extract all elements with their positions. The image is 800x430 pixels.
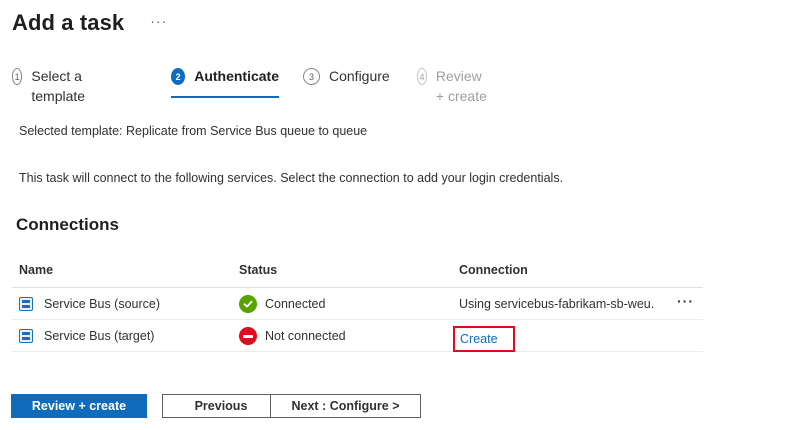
step-label: Configure <box>329 68 390 84</box>
column-header-name: Name <box>19 263 54 277</box>
service-name: Service Bus (source) <box>44 297 161 311</box>
instructions-text: This task will connect to the following … <box>19 171 564 185</box>
connections-heading: Connections <box>16 215 119 234</box>
step-authenticate[interactable]: 2 Authenticate <box>171 66 279 98</box>
review-create-button[interactable]: Review + create <box>11 394 147 418</box>
step-number-2: 2 <box>171 68 186 85</box>
step-number-4: 4 <box>417 68 427 85</box>
step-configure[interactable]: 3 Configure <box>303 66 390 98</box>
step-label: Authenticate <box>194 68 279 84</box>
row-more-options-icon[interactable]: ··· <box>677 294 694 308</box>
table-header: Name Status Connection <box>12 257 703 288</box>
step-label: Review + create <box>435 68 487 104</box>
connection-name: Using servicebus-fabrikam-sb-weu. <box>459 297 655 311</box>
service-bus-icon <box>19 297 33 311</box>
connection-cell: Using servicebus-fabrikam-sb-weu. <box>459 288 654 320</box>
step-number-3: 3 <box>303 68 320 85</box>
table-row: Service Bus (target) Not connected Creat… <box>12 320 703 352</box>
next-configure-button[interactable]: Next : Configure > <box>270 394 421 418</box>
column-header-connection: Connection <box>459 263 528 277</box>
name-cell: Service Bus (target) <box>19 320 154 352</box>
table-row: Service Bus (source) Connected Using ser… <box>12 288 703 320</box>
selected-template-text: Selected template: Replicate from Servic… <box>19 124 368 138</box>
active-step-indicator <box>171 96 279 98</box>
step-number-1: 1 <box>12 68 23 85</box>
service-name: Service Bus (target) <box>44 329 155 343</box>
status-cell: Connected <box>239 288 325 320</box>
step-review-create: 4 Review + create <box>417 66 489 104</box>
connections-table: Name Status Connection Service Bus (sour… <box>12 257 703 352</box>
status-text: Not connected <box>265 329 346 343</box>
status-text: Connected <box>265 297 326 311</box>
name-cell: Service Bus (source) <box>19 288 160 320</box>
service-bus-icon <box>19 329 33 343</box>
blocked-icon <box>239 327 257 345</box>
status-cell: Not connected <box>239 320 346 352</box>
page-title: Add a task <box>12 10 125 35</box>
previous-button[interactable]: Previous <box>162 394 280 418</box>
create-connection-link[interactable]: Create <box>453 326 515 352</box>
column-header-status: Status <box>239 263 278 277</box>
step-label: Select a template <box>31 68 86 104</box>
more-options-icon[interactable]: ··· <box>150 13 167 29</box>
step-select-template[interactable]: 1 Select a template <box>12 66 92 104</box>
check-circle-icon <box>239 295 257 313</box>
page-header: Add a task ··· <box>12 8 167 38</box>
